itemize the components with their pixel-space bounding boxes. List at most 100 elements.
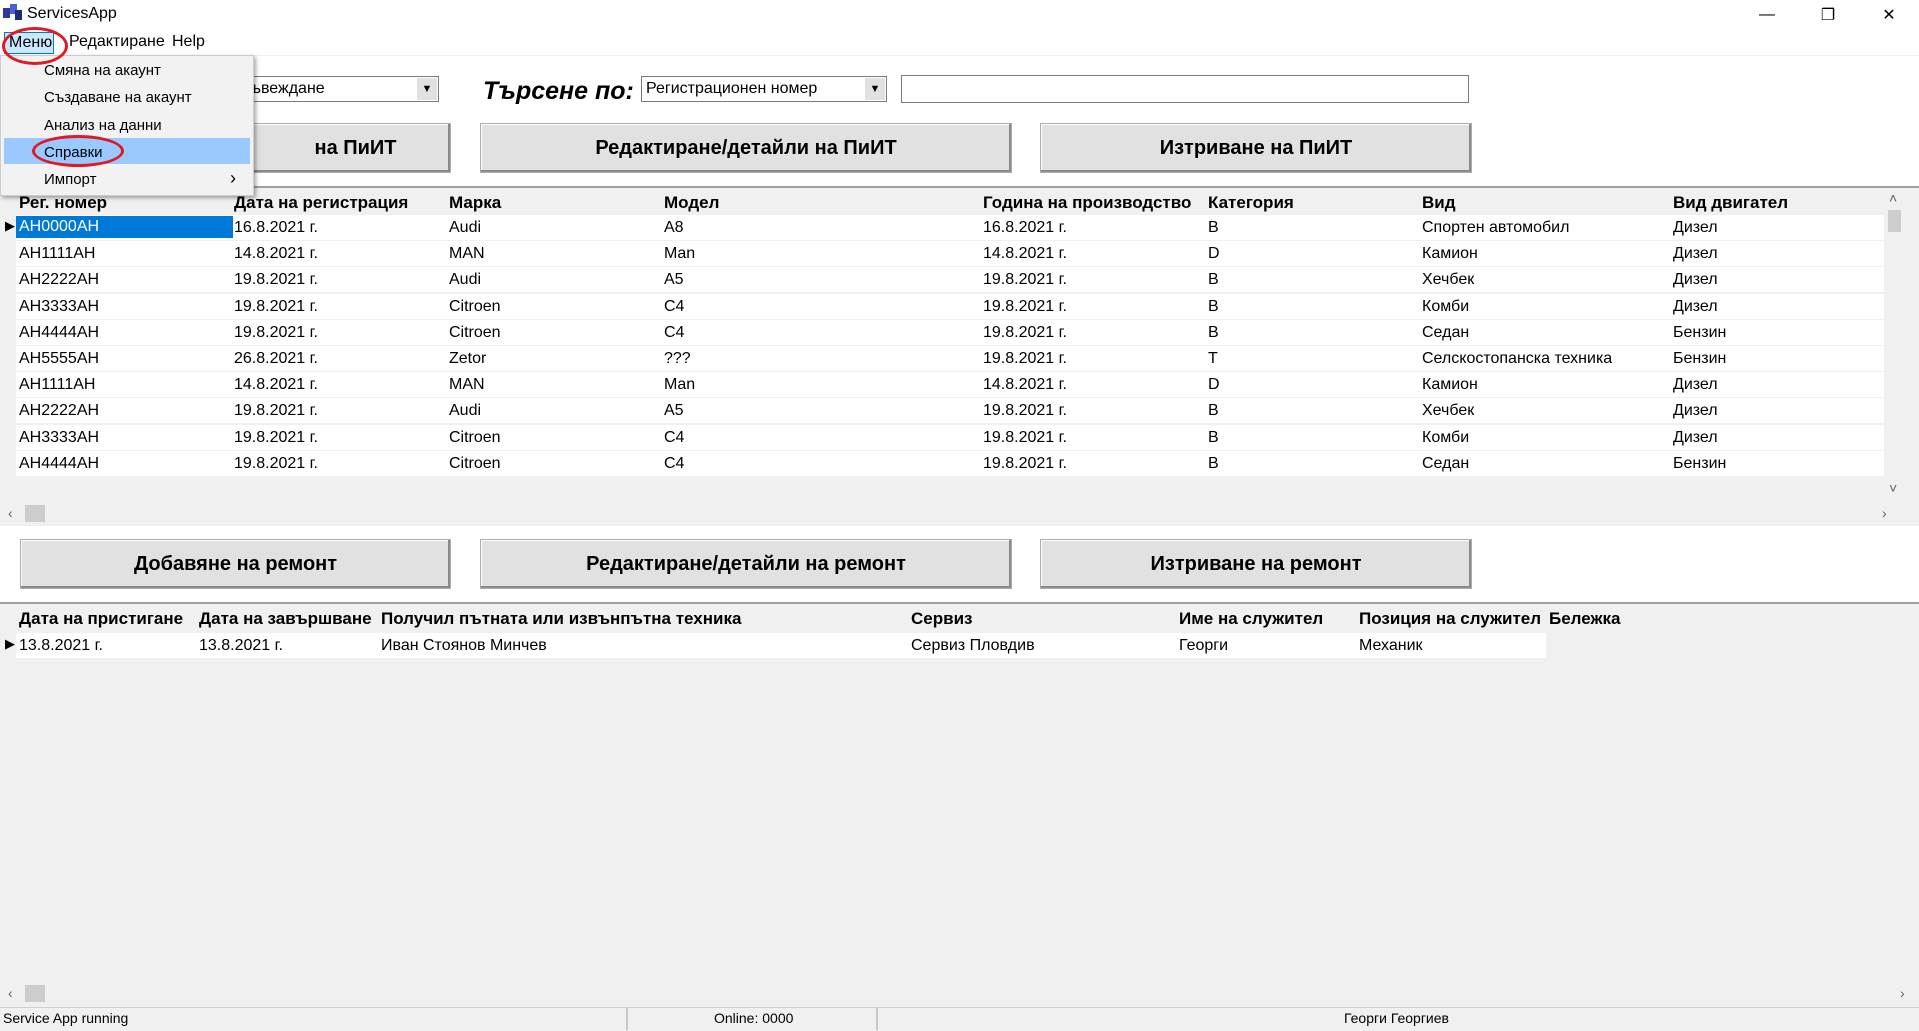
scroll-up-icon[interactable]: ˄	[1889, 190, 1897, 206]
table-cell[interactable]: 13.8.2021 г.	[199, 637, 283, 655]
column-header[interactable]: Сервиз	[911, 609, 972, 629]
table-cell[interactable]: AH0000AH	[16, 216, 233, 238]
menu-item-import[interactable]: Импорт	[44, 171, 96, 188]
table-cell[interactable]: Сервиз Пловдив	[911, 637, 1035, 655]
table-cell[interactable]: 19.8.2021 г.	[983, 455, 1067, 473]
menu-item-change-account[interactable]: Смяна на акаунт	[44, 62, 161, 79]
table-cell[interactable]: Хечбек	[1422, 271, 1474, 289]
table-cell[interactable]: 19.8.2021 г.	[234, 324, 318, 342]
column-header[interactable]: Получил пътната или извънпътна техника	[381, 609, 741, 629]
repairs-horizontal-scrollbar[interactable]: ‹ ›	[0, 983, 1919, 1004]
table-cell[interactable]: AH4444AH	[19, 324, 99, 342]
table-cell[interactable]: 14.8.2021 г.	[234, 245, 318, 263]
table-cell[interactable]: D	[1208, 376, 1220, 394]
chevron-down-icon[interactable]: ▼	[417, 78, 437, 100]
table-cell[interactable]: 19.8.2021 г.	[234, 271, 318, 289]
table-cell[interactable]: Камион	[1422, 376, 1478, 394]
table-cell[interactable]: Дизел	[1673, 245, 1718, 263]
table-cell[interactable]: Седан	[1422, 324, 1469, 342]
table-cell[interactable]: AH3333AH	[19, 429, 99, 447]
table-cell[interactable]: 19.8.2021 г.	[234, 298, 318, 316]
scroll-right-icon[interactable]: ›	[1882, 505, 1887, 521]
table-cell[interactable]: AH5555AH	[19, 350, 99, 368]
table-cell[interactable]: 14.8.2021 г.	[983, 245, 1067, 263]
column-header[interactable]: Вид двигател	[1673, 193, 1788, 213]
table-cell[interactable]: 14.8.2021 г.	[983, 376, 1067, 394]
table-cell[interactable]: 19.8.2021 г.	[983, 298, 1067, 316]
delete-repair-button[interactable]: Изтриване на ремонт	[1040, 539, 1472, 589]
table-cell[interactable]: AH1111AH	[19, 245, 95, 263]
table-cell[interactable]: AH4444AH	[19, 455, 99, 473]
table-cell[interactable]: C4	[664, 455, 684, 473]
table-cell[interactable]: Zetor	[449, 350, 486, 368]
table-cell[interactable]: 19.8.2021 г.	[983, 271, 1067, 289]
table-cell[interactable]: Седан	[1422, 455, 1469, 473]
table-cell[interactable]: 19.8.2021 г.	[234, 429, 318, 447]
table-cell[interactable]: 26.8.2021 г.	[234, 350, 318, 368]
column-header[interactable]: Вид	[1422, 193, 1456, 213]
table-cell[interactable]: 19.8.2021 г.	[983, 324, 1067, 342]
minimize-button[interactable]: —	[1738, 0, 1796, 29]
table-cell[interactable]: A5	[664, 271, 684, 289]
table-cell[interactable]: Дизел	[1673, 271, 1718, 289]
table-cell[interactable]: 19.8.2021 г.	[234, 455, 318, 473]
close-button[interactable]: ✕	[1860, 0, 1918, 29]
menu-item-data-analysis[interactable]: Анализ на данни	[44, 117, 162, 134]
table-cell[interactable]: Audi	[449, 271, 481, 289]
scrollbar-thumb[interactable]	[25, 505, 45, 522]
table-cell[interactable]: B	[1208, 402, 1219, 420]
table-cell[interactable]: Георги	[1179, 637, 1228, 655]
table-cell[interactable]: B	[1208, 219, 1219, 237]
table-cell[interactable]: Citroen	[449, 324, 501, 342]
column-header[interactable]: Бележка	[1549, 609, 1621, 629]
column-header[interactable]: Модел	[664, 193, 719, 213]
table-cell[interactable]: AH2222AH	[19, 271, 99, 289]
table-cell[interactable]: Audi	[449, 402, 481, 420]
table-cell[interactable]: ???	[664, 350, 691, 368]
table-cell[interactable]: Комби	[1422, 298, 1469, 316]
column-header[interactable]: Дата на пристигане	[19, 609, 183, 629]
table-cell[interactable]: Audi	[449, 219, 481, 237]
column-header[interactable]: Позиция на служител	[1359, 609, 1541, 629]
scrollbar-thumb[interactable]	[25, 985, 45, 1002]
table-cell[interactable]: Хечбек	[1422, 402, 1474, 420]
table-cell[interactable]: B	[1208, 324, 1219, 342]
table-cell[interactable]: 16.8.2021 г.	[983, 219, 1067, 237]
column-header[interactable]: Дата на регистрация	[234, 193, 408, 213]
table-cell[interactable]: Дизел	[1673, 298, 1718, 316]
menu-item-create-account[interactable]: Създаване на акаунт	[44, 89, 192, 106]
table-cell[interactable]: B	[1208, 271, 1219, 289]
table-cell[interactable]: Спортен автомобил	[1422, 219, 1569, 237]
column-header[interactable]: Име на служител	[1179, 609, 1323, 629]
table-cell[interactable]: Citroen	[449, 455, 501, 473]
filter-combo[interactable]: въвеждане ▼	[238, 76, 439, 102]
table-cell[interactable]: T	[1208, 350, 1218, 368]
table-cell[interactable]: A8	[664, 219, 684, 237]
table-cell[interactable]: Селскостопанска техника	[1422, 350, 1612, 368]
add-repair-button[interactable]: Добавяне на ремонт	[20, 539, 451, 589]
table-cell[interactable]: A5	[664, 402, 684, 420]
table-cell[interactable]: Citroen	[449, 298, 501, 316]
table-cell[interactable]: 16.8.2021 г.	[234, 219, 318, 237]
table-cell[interactable]: Камион	[1422, 245, 1478, 263]
menu-item-help[interactable]: Help	[168, 32, 209, 52]
table-cell[interactable]: D	[1208, 245, 1220, 263]
table-cell[interactable]: 19.8.2021 г.	[983, 402, 1067, 420]
column-header[interactable]: Рег. номер	[19, 193, 107, 213]
table-cell[interactable]: Бензин	[1673, 324, 1726, 342]
search-input[interactable]	[901, 75, 1469, 103]
table-cell[interactable]: Бензин	[1673, 455, 1726, 473]
horizontal-scrollbar[interactable]: ‹ ›	[0, 503, 1903, 524]
table-cell[interactable]: C4	[664, 298, 684, 316]
table-cell[interactable]: Иван Стоянов Минчев	[381, 637, 547, 655]
maximize-button[interactable]: ❐	[1799, 0, 1857, 29]
table-cell[interactable]: C4	[664, 429, 684, 447]
scroll-down-icon[interactable]: ˅	[1889, 480, 1897, 496]
scroll-left-icon[interactable]: ‹	[8, 985, 13, 1001]
table-cell[interactable]: 14.8.2021 г.	[234, 376, 318, 394]
edit-repair-button[interactable]: Редактиране/детайли на ремонт	[480, 539, 1012, 589]
table-cell[interactable]: Бензин	[1673, 350, 1726, 368]
table-cell[interactable]: 19.8.2021 г.	[983, 350, 1067, 368]
column-header[interactable]: Година на производство	[983, 193, 1191, 213]
table-cell[interactable]: Дизел	[1673, 376, 1718, 394]
